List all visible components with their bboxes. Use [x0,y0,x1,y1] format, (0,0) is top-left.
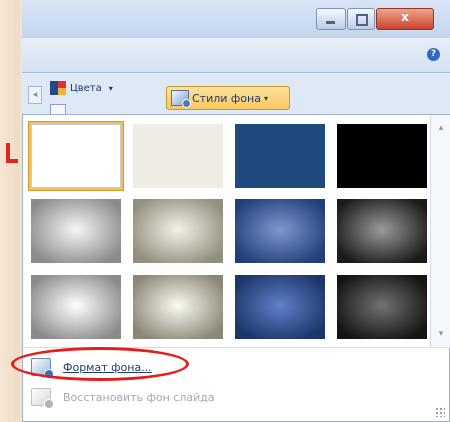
format-background-label: Формат фона... [63,360,152,374]
reset-background-icon [31,388,54,409]
background-style-swatch[interactable] [133,199,223,263]
close-icon: x [401,10,409,24]
background-style-swatch[interactable] [235,199,325,263]
background-style-swatch[interactable] [235,275,325,339]
reset-background-item: Восстановить фон слайда [23,383,431,411]
background-style-swatch[interactable] [337,124,427,188]
background-styles-button[interactable]: Стили фона ▾ [166,86,290,110]
background-style-swatch[interactable] [31,275,121,339]
reset-background-label: Восстановить фон слайда [63,390,215,404]
style-gallery [23,115,450,347]
colors-label: Цвета [70,82,102,94]
menu-separator [23,347,450,348]
help-icon[interactable]: ? [427,48,440,61]
background-style-swatch[interactable] [31,199,121,263]
ribbon-tab-bar [22,38,450,73]
resize-grip-icon[interactable] [435,407,445,417]
background-style-swatch[interactable] [31,124,121,188]
background-style-swatch[interactable] [235,124,325,188]
scroll-up-icon[interactable]: ▴ [435,123,447,135]
red-marker [4,143,18,163]
slide-edge [0,0,20,422]
close-button[interactable]: x [376,8,434,30]
ribbon-scroll-left-icon[interactable]: ◂ [28,86,42,104]
background-style-swatch[interactable] [133,124,223,188]
maximize-button[interactable] [347,8,375,30]
chevron-down-icon: ▾ [108,83,113,93]
scroll-down-icon[interactable]: ▾ [435,329,447,341]
background-styles-dropdown: ▴ ▾ Формат фона... Восстановить фон слай… [11,114,450,422]
maximize-icon [356,14,368,26]
format-background-item[interactable]: Формат фона... [23,353,431,381]
palette-icon [50,81,66,95]
powerpoint-window: x ? ◂ Цвета ▾ Стили фона ▾ ▴ ▾ Формат фо… [11,0,450,422]
background-styles-label: Стили фона [192,91,261,105]
gallery-scrollbar[interactable]: ▴ ▾ [430,115,450,347]
format-background-icon [31,358,54,379]
minimize-button[interactable] [316,8,346,30]
chevron-down-icon: ▾ [263,93,268,103]
colors-button[interactable]: Цвета ▾ [50,78,113,98]
background-styles-icon [171,90,191,108]
background-style-swatch[interactable] [337,275,427,339]
background-style-swatch[interactable] [133,275,223,339]
title-bar: x [22,0,450,38]
minimize-icon [326,21,335,24]
background-style-swatch[interactable] [337,199,427,263]
